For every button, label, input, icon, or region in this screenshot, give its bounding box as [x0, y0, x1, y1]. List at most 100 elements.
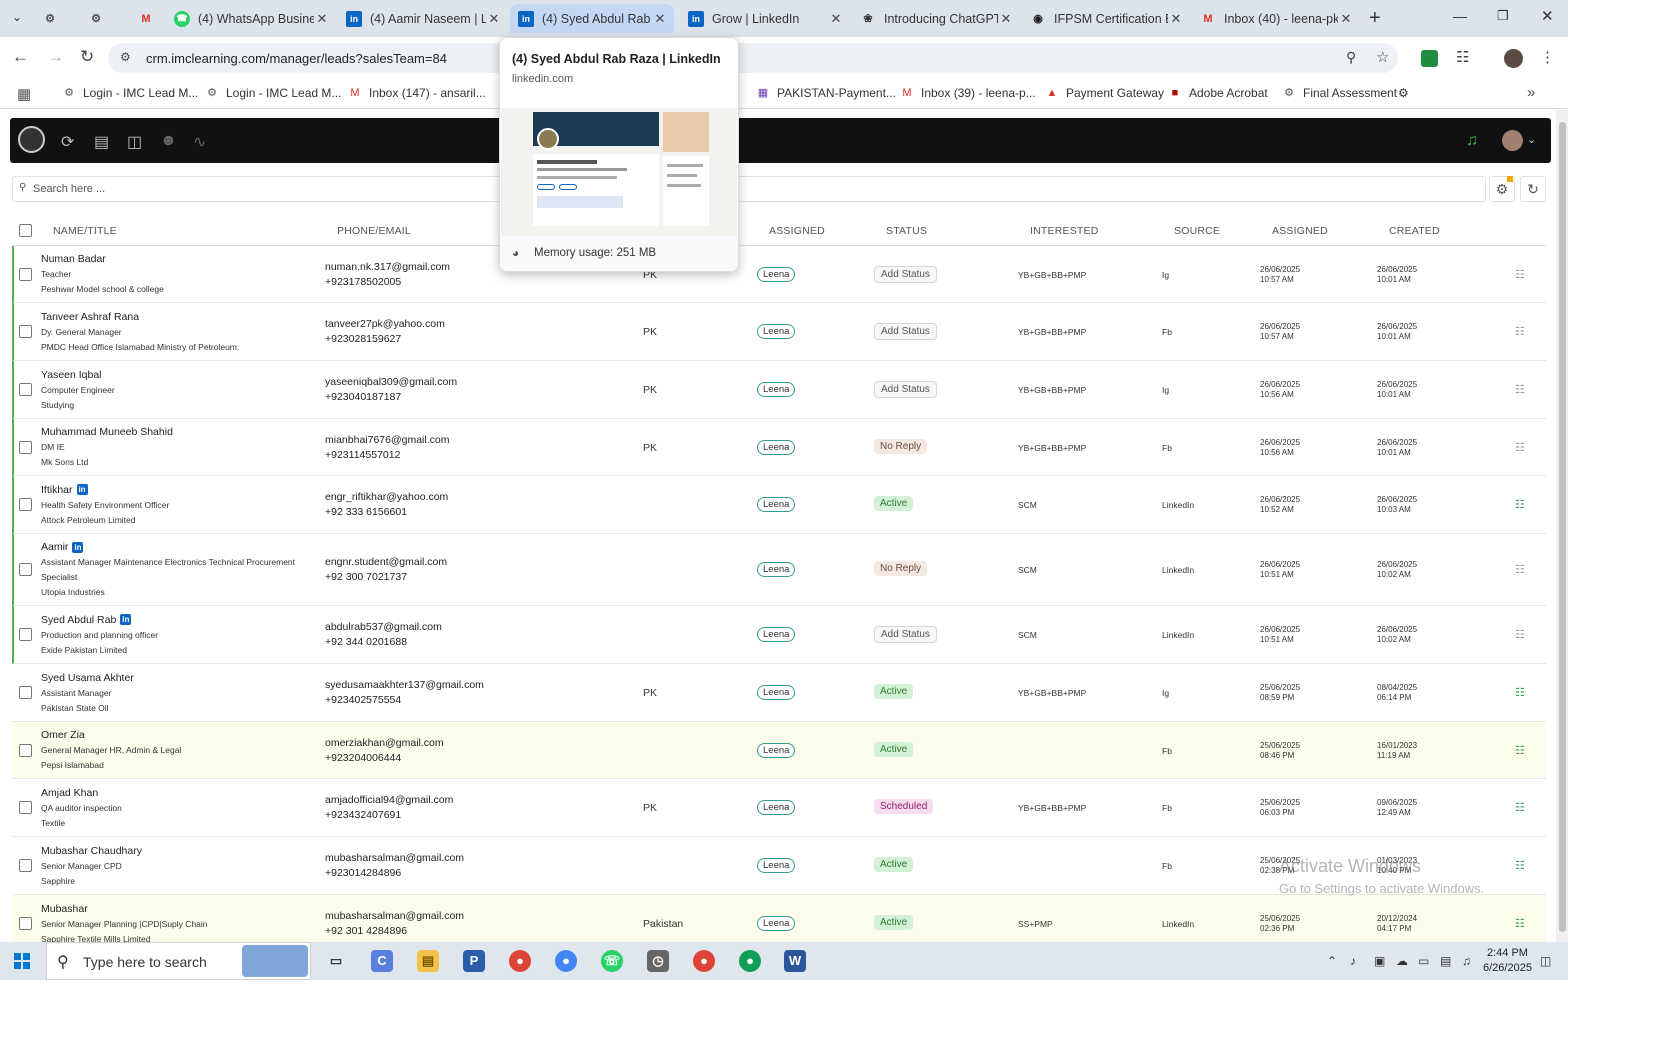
status-badge[interactable]: Active: [874, 496, 914, 511]
file-explorer-icon[interactable]: ▤: [417, 950, 439, 972]
assigned-badge[interactable]: Leena: [757, 562, 796, 577]
lead-phone[interactable]: +923028159627: [325, 333, 401, 345]
lead-email[interactable]: yaseeniqbal309@gmail.com: [325, 376, 457, 388]
lead-name[interactable]: Mubashar Chaudhary: [41, 845, 142, 857]
lead-email[interactable]: mubasharsalman@gmail.com: [325, 852, 464, 864]
lead-phone[interactable]: +923402575554: [325, 694, 401, 706]
word-icon[interactable]: W: [784, 950, 806, 972]
row-checkbox[interactable]: [19, 440, 32, 454]
lead-phone[interactable]: +923204006444: [325, 752, 401, 764]
row-checkbox[interactable]: [19, 917, 32, 930]
row-checkbox[interactable]: [19, 498, 32, 511]
col-interested[interactable]: INTERESTED: [1030, 225, 1099, 237]
close-tab-icon[interactable]: ✕: [998, 11, 1014, 27]
notes-document-icon[interactable]: ☷: [1515, 268, 1525, 281]
status-badge[interactable]: No Reply: [874, 561, 928, 576]
lead-email[interactable]: syedusamaakhter137@gmail.com: [325, 679, 484, 691]
bookmarks-overflow-icon[interactable]: »: [1527, 84, 1535, 101]
bookmark-extra-icon[interactable]: ⚙: [1398, 86, 1409, 100]
task-view-icon[interactable]: ▭: [325, 950, 347, 972]
status-badge[interactable]: Add Status: [874, 626, 937, 643]
notes-document-icon[interactable]: ☷: [1515, 917, 1525, 930]
col-created[interactable]: CREATED: [1389, 225, 1440, 237]
lead-phone[interactable]: +923014284896: [325, 867, 401, 879]
speaker-icon[interactable]: ♫: [1462, 954, 1471, 968]
extensions-puzzle-icon[interactable]: ☷: [1456, 48, 1469, 66]
forward-arrow-icon[interactable]: →: [47, 47, 64, 67]
lead-name[interactable]: Syed Abdul Rab in: [41, 614, 132, 626]
notes-document-icon[interactable]: ☷: [1515, 801, 1525, 814]
notes-document-icon[interactable]: ☷: [1515, 325, 1525, 338]
browser-tab[interactable]: in Grow | LinkedIn ✕: [680, 4, 850, 33]
lead-email[interactable]: mianbhai7676@gmail.com: [325, 434, 449, 446]
taskbar-search-box[interactable]: ⚲ Type here to search: [46, 942, 311, 980]
browser-tab[interactable]: M: [130, 4, 164, 33]
browser-tab[interactable]: ⚙: [34, 4, 72, 33]
reload-icon[interactable]: ↻: [80, 47, 94, 67]
lead-email[interactable]: tanveer27pk@yahoo.com: [325, 318, 445, 330]
status-badge[interactable]: Add Status: [874, 323, 937, 340]
browser-tab[interactable]: in (4) Syed Abdul Rab Raza | LinkedIn✕: [510, 4, 674, 33]
bookmark-item[interactable]: ▲ Payment Gateway: [1045, 86, 1165, 100]
lead-phone[interactable]: +923432407691: [325, 809, 401, 821]
status-badge[interactable]: Add Status: [874, 265, 937, 283]
apps-grid-icon[interactable]: ▦: [17, 85, 31, 103]
assigned-badge[interactable]: Leena: [757, 382, 796, 397]
select-all-checkbox[interactable]: [19, 224, 32, 237]
row-checkbox[interactable]: [19, 563, 32, 576]
lead-email[interactable]: engnr.student@gmail.com: [325, 556, 447, 568]
status-badge[interactable]: Active: [874, 684, 914, 699]
row-checkbox[interactable]: [19, 801, 32, 814]
status-badge[interactable]: Scheduled: [874, 799, 934, 814]
user-avatar[interactable]: [1502, 130, 1523, 151]
site-info-icon[interactable]: ⚙: [120, 50, 131, 64]
browser-tab[interactable]: ❀ Introducing ChatGPT ✕: [852, 4, 1020, 33]
clock-app-icon[interactable]: ◷: [647, 950, 669, 972]
assigned-badge[interactable]: Leena: [757, 497, 796, 512]
url-bar[interactable]: ⚙ crm.imclearning.com/manager/leads?sale…: [108, 43, 1398, 73]
browser-tab[interactable]: M Inbox (40) - leena-pk ✕: [1192, 4, 1360, 33]
network-icon[interactable]: ☁: [1396, 954, 1408, 968]
col-name[interactable]: NAME/TITLE: [53, 225, 117, 237]
browser-tab[interactable]: in (4) Aamir Naseem | LinkedIn✕: [338, 4, 508, 33]
imc-logo[interactable]: [18, 126, 45, 153]
lead-name[interactable]: Mubashar: [41, 903, 88, 915]
row-checkbox[interactable]: [19, 743, 32, 757]
status-badge[interactable]: Active: [874, 915, 914, 930]
lead-name[interactable]: Amjad Khan: [41, 787, 98, 799]
bookmark-item[interactable]: M Inbox (147) - ansaril...: [348, 86, 485, 100]
notifications-icon[interactable]: ◫: [1540, 954, 1551, 968]
chrome-profile-icon[interactable]: ●: [555, 950, 577, 972]
assigned-badge[interactable]: Leena: [757, 685, 796, 700]
bookmark-item[interactable]: ■ Adobe Acrobat: [1168, 86, 1268, 100]
chrome-alt-icon[interactable]: ●: [693, 950, 715, 972]
lead-name[interactable]: Aamir in: [41, 541, 84, 553]
col-phone-email[interactable]: PHONE/EMAIL: [337, 225, 411, 237]
close-tab-icon[interactable]: ✕: [652, 11, 668, 27]
bookmark-item[interactable]: ⚙ Login - IMC Lead M...: [62, 86, 198, 100]
lead-phone[interactable]: +923040187187: [325, 391, 401, 403]
browser-tab[interactable]: ⚙: [80, 4, 130, 33]
row-checkbox[interactable]: [19, 628, 32, 641]
lead-email[interactable]: amjadofficial94@gmail.com: [325, 794, 453, 806]
close-tab-icon[interactable]: ✕: [486, 11, 502, 27]
status-badge[interactable]: No Reply: [874, 438, 928, 454]
browser-tab[interactable]: ☎ (4) WhatsApp Business✕: [166, 4, 336, 33]
lead-name[interactable]: Tanveer Ashraf Rana: [41, 311, 139, 323]
refresh-icon[interactable]: ⟳: [61, 132, 74, 152]
chrome-alt2-icon[interactable]: ●: [739, 950, 761, 972]
notes-document-icon[interactable]: ☷: [1515, 744, 1525, 757]
bookmark-item[interactable]: M Inbox (39) - leena-p...: [900, 86, 1035, 100]
bookmark-star-icon[interactable]: ☆: [1376, 48, 1389, 66]
tray-app-icon[interactable]: ▣: [1374, 954, 1385, 968]
notes-document-icon[interactable]: ☷: [1515, 686, 1525, 699]
notes-document-icon[interactable]: ☷: [1515, 498, 1525, 511]
windows-start-icon[interactable]: [14, 953, 30, 969]
notes-document-icon[interactable]: ☷: [1515, 563, 1525, 576]
row-checkbox[interactable]: [19, 325, 32, 338]
lead-name[interactable]: Yaseen Iqbal: [41, 369, 102, 381]
minimize-button[interactable]: —: [1453, 8, 1467, 24]
row-checkbox[interactable]: [19, 267, 32, 281]
status-badge[interactable]: Add Status: [874, 381, 937, 398]
lead-email[interactable]: engr_riftikhar@yahoo.com: [325, 491, 448, 503]
